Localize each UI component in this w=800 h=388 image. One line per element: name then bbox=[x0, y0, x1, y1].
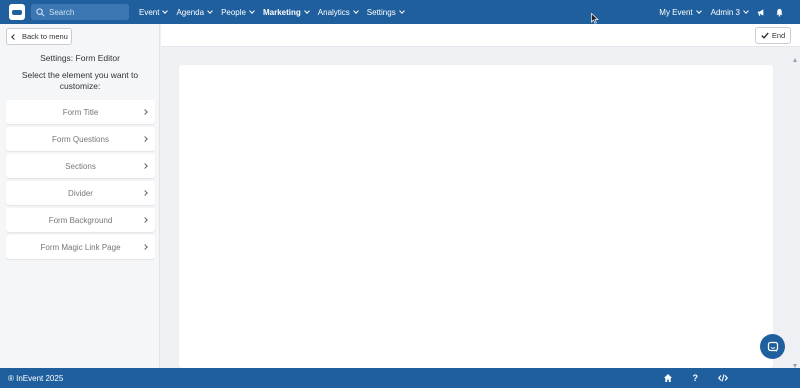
chevron-down-icon bbox=[303, 7, 310, 14]
menu-item-form-background[interactable]: Form Background bbox=[6, 208, 155, 232]
chevron-down-icon bbox=[249, 7, 255, 14]
chevron-down-icon bbox=[207, 7, 213, 14]
menu-item-label: Sections bbox=[65, 161, 96, 171]
menu-item-label: Form Magic Link Page bbox=[40, 242, 121, 252]
inevent-logo[interactable] bbox=[9, 4, 25, 20]
element-menu: Form Title Form Questions Sections Divid… bbox=[6, 100, 155, 262]
chevron-right-icon bbox=[142, 244, 148, 250]
menu-item-label: Divider bbox=[68, 188, 93, 198]
menu-item-label: Form Questions bbox=[52, 134, 109, 144]
sidebar-title: Settings: Form Editor bbox=[40, 53, 120, 63]
right-nav: My Event Admin 3 bbox=[649, 0, 784, 24]
footer-bar: ® InEvent 2025 ? bbox=[0, 368, 800, 388]
chevron-down-icon bbox=[352, 7, 359, 14]
check-icon bbox=[761, 32, 769, 39]
sidebar-instructions: Select the element you want to customize… bbox=[21, 70, 139, 91]
back-to-menu-label: Back to menu bbox=[22, 32, 68, 41]
nav-marketing[interactable]: Marketing bbox=[262, 7, 310, 17]
nav-analytics-label: Analytics bbox=[317, 7, 350, 17]
footer-icons: ? bbox=[643, 373, 729, 383]
megaphone-icon[interactable] bbox=[757, 8, 766, 17]
editor-header: End bbox=[161, 24, 800, 47]
chevron-right-icon bbox=[142, 109, 148, 115]
event-selector-label: My Event bbox=[659, 7, 693, 17]
logo-mark bbox=[12, 9, 22, 15]
nav-agenda-label: Agenda bbox=[176, 7, 205, 17]
user-menu[interactable]: Admin 3 bbox=[710, 7, 749, 17]
home-icon[interactable] bbox=[663, 373, 673, 383]
menu-item-form-title[interactable]: Form Title bbox=[6, 100, 155, 124]
code-icon[interactable] bbox=[718, 373, 728, 383]
event-selector[interactable]: My Event bbox=[659, 7, 702, 17]
back-to-menu-button[interactable]: Back to menu bbox=[6, 28, 72, 45]
chat-icon bbox=[767, 341, 778, 352]
end-button[interactable]: End bbox=[755, 27, 791, 44]
copyright-text: ® InEvent 2025 bbox=[8, 374, 64, 383]
user-menu-label: Admin 3 bbox=[710, 7, 740, 17]
menu-item-sections[interactable]: Sections bbox=[6, 154, 155, 178]
chat-support-button[interactable] bbox=[760, 334, 785, 359]
scroll-up-arrow-icon[interactable] bbox=[793, 58, 797, 62]
chevron-right-icon bbox=[142, 163, 148, 169]
main-nav: Event Agenda People Marketing Analytics … bbox=[139, 0, 413, 24]
end-button-label: End bbox=[771, 31, 786, 40]
nav-agenda[interactable]: Agenda bbox=[176, 7, 213, 17]
nav-settings[interactable]: Settings bbox=[366, 7, 405, 17]
help-icon[interactable]: ? bbox=[693, 373, 699, 383]
nav-people[interactable]: People bbox=[221, 7, 255, 17]
nav-event[interactable]: Event bbox=[139, 7, 169, 17]
menu-item-divider[interactable]: Divider bbox=[6, 181, 155, 205]
mouse-cursor-icon bbox=[591, 13, 599, 24]
nav-analytics[interactable]: Analytics bbox=[317, 7, 359, 17]
nav-event-label: Event bbox=[139, 7, 160, 17]
settings-sidebar: Back to menu Settings: Form Editor Selec… bbox=[0, 24, 160, 368]
chevron-right-icon bbox=[142, 190, 148, 196]
chevron-down-icon bbox=[695, 7, 702, 14]
top-navigation-bar: Event Agenda People Marketing Analytics … bbox=[0, 0, 800, 24]
menu-item-label: Form Background bbox=[48, 215, 113, 225]
search-box[interactable] bbox=[31, 4, 129, 20]
scrollbar[interactable] bbox=[793, 52, 798, 368]
menu-item-label: Form Title bbox=[62, 107, 99, 117]
chevron-down-icon bbox=[162, 7, 169, 14]
chevron-down-icon bbox=[743, 7, 749, 14]
form-preview-canvas[interactable] bbox=[179, 65, 773, 368]
menu-item-magic-link-page[interactable]: Form Magic Link Page bbox=[6, 235, 155, 259]
chevron-right-icon bbox=[142, 136, 148, 142]
nav-marketing-label: Marketing bbox=[262, 7, 301, 17]
chevron-left-icon bbox=[11, 33, 17, 40]
chevron-right-icon bbox=[142, 217, 148, 223]
nav-people-label: People bbox=[221, 7, 246, 17]
nav-settings-label: Settings bbox=[366, 7, 396, 17]
chevron-down-icon bbox=[398, 7, 405, 14]
bell-icon[interactable] bbox=[775, 8, 784, 17]
search-icon bbox=[36, 7, 45, 16]
search-input[interactable] bbox=[49, 7, 129, 17]
menu-item-form-questions[interactable]: Form Questions bbox=[6, 127, 155, 151]
